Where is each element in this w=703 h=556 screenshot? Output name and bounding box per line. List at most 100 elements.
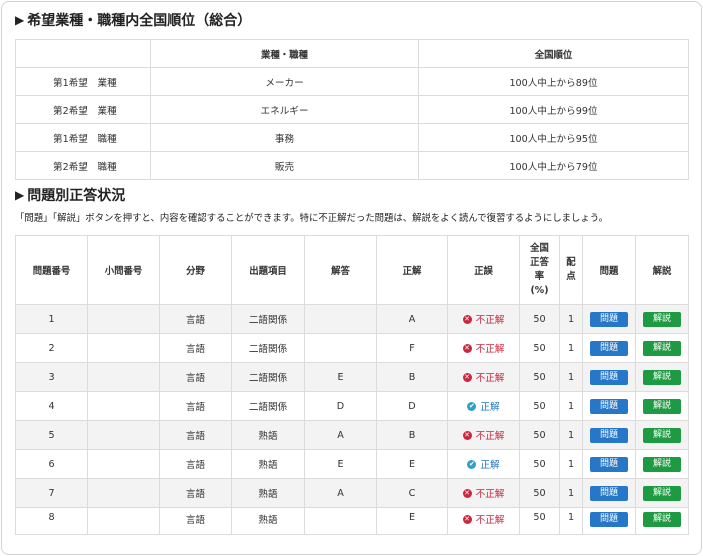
- item-cell: 二語関係: [231, 333, 305, 363]
- table-row: 7 言語 熟語 A C ✕ 不正解 50 1 問題 解説: [15, 478, 689, 508]
- header-sub-no: 小問番号: [87, 235, 160, 305]
- points-cell: 1: [559, 304, 583, 334]
- answer-cell: [304, 507, 377, 535]
- ranking-label: 第1希望 業種: [15, 67, 151, 96]
- item-cell: 熟語: [231, 420, 305, 450]
- problem-button[interactable]: 問題: [590, 427, 628, 443]
- header-rate-line: 正答: [530, 257, 549, 268]
- ranking-header-rank: 全国順位: [418, 39, 689, 68]
- ranking-field: エネルギー: [150, 95, 419, 124]
- rate-cell: 50: [519, 304, 560, 334]
- judge-text: 不正解: [475, 515, 505, 526]
- explain-button[interactable]: 解説: [643, 311, 681, 327]
- judge-mark: ✔ 正解: [467, 457, 500, 471]
- points-cell: 1: [559, 333, 583, 363]
- ranking-header-row: 業種・職種 全国順位: [15, 39, 689, 68]
- section-title-text: 問題別正答状況: [27, 188, 126, 204]
- sub-no: [87, 362, 160, 392]
- problem-cell: 問題: [582, 507, 636, 535]
- judge-text: 不正解: [475, 315, 505, 326]
- explain-cell: 解説: [635, 478, 689, 508]
- field-cell: 言語: [159, 333, 232, 363]
- item-cell: 熟語: [231, 507, 305, 535]
- play-triangle-icon: ▶: [15, 13, 25, 27]
- question-no: 2: [15, 333, 88, 363]
- judge-mark: ✕ 不正解: [462, 341, 505, 355]
- correct-cell: E: [376, 449, 448, 479]
- explain-button[interactable]: 解説: [643, 427, 681, 443]
- ranking-table: 業種・職種 全国順位 第1希望 業種 メーカー 100人中上から89位 第2希望…: [15, 39, 689, 180]
- header-field: 分野: [159, 235, 232, 305]
- rate-cell: 50: [519, 449, 560, 479]
- ranking-field: メーカー: [150, 67, 419, 96]
- x-circle-icon: ✕: [462, 372, 472, 382]
- results-panel: ▶ 希望業種・職種内全国順位（総合） 業種・職種 全国順位 第1希望 業種 メー…: [1, 1, 702, 555]
- check-circle-icon: ✔: [467, 401, 477, 411]
- section-title-results: ▶ 問題別正答状況: [15, 185, 125, 205]
- judge-text: 不正解: [475, 373, 505, 384]
- ranking-field: 販売: [150, 151, 419, 180]
- judge-text: 正解: [480, 460, 500, 471]
- problem-button[interactable]: 問題: [590, 456, 628, 472]
- explain-cell: 解説: [635, 507, 689, 535]
- correct-cell: B: [376, 362, 448, 392]
- correct-cell: F: [376, 333, 448, 363]
- table-row: 6 言語 熟語 E E ✔ 正解 50 1 問題 解説: [15, 449, 689, 479]
- field-cell: 言語: [159, 304, 232, 334]
- problem-button[interactable]: 問題: [590, 311, 628, 327]
- explain-cell: 解説: [635, 449, 689, 479]
- explain-cell: 解説: [635, 304, 689, 334]
- field-cell: 言語: [159, 449, 232, 479]
- rate-cell: 50: [519, 391, 560, 421]
- points-cell: 1: [559, 362, 583, 392]
- rate-cell: 50: [519, 333, 560, 363]
- problem-cell: 問題: [582, 391, 636, 421]
- ranking-row: 第1希望 業種 メーカー 100人中上から89位: [15, 67, 689, 96]
- judge-mark: ✕ 不正解: [462, 312, 505, 326]
- answer-cell: A: [304, 478, 377, 508]
- problem-button[interactable]: 問題: [590, 369, 628, 385]
- header-correct: 正解: [376, 235, 448, 305]
- section-title-text: 希望業種・職種内全国順位（総合）: [27, 13, 252, 29]
- problem-button[interactable]: 問題: [590, 398, 628, 414]
- answer-cell: A: [304, 420, 377, 450]
- x-circle-icon: ✕: [462, 488, 472, 498]
- explain-button[interactable]: 解説: [643, 485, 681, 501]
- answer-cell: D: [304, 391, 377, 421]
- problem-cell: 問題: [582, 304, 636, 334]
- question-no: 5: [15, 420, 88, 450]
- header-explain: 解説: [635, 235, 689, 305]
- points-cell: 1: [559, 507, 583, 535]
- explain-button[interactable]: 解説: [643, 512, 681, 527]
- header-rate-line: (%): [530, 285, 549, 296]
- bottom-fade: [2, 536, 701, 554]
- points-cell: 1: [559, 420, 583, 450]
- judge-text: 不正解: [475, 344, 505, 355]
- explain-button[interactable]: 解説: [643, 456, 681, 472]
- sub-no: [87, 333, 160, 363]
- judge-cell: ✔ 正解: [447, 391, 520, 421]
- check-circle-icon: ✔: [467, 459, 477, 469]
- judge-mark: ✕ 不正解: [462, 486, 504, 500]
- judge-cell: ✕ 不正解: [447, 304, 520, 334]
- correct-cell: A: [376, 304, 448, 334]
- sub-no: [87, 420, 160, 450]
- ranking-header-field: 業種・職種: [150, 39, 419, 68]
- explain-button[interactable]: 解説: [643, 369, 681, 385]
- explain-button[interactable]: 解説: [643, 398, 681, 414]
- rate-cell: 50: [519, 507, 560, 535]
- x-circle-icon: ✕: [462, 343, 472, 353]
- table-row: 4 言語 二語関係 D D ✔ 正解 50 1 問題 解説: [15, 391, 689, 421]
- rate-cell: 50: [519, 362, 560, 392]
- item-cell: 熟語: [231, 478, 305, 508]
- ranking-rank: 100人中上から99位: [418, 95, 689, 124]
- answer-cell: [304, 333, 377, 363]
- problem-button[interactable]: 問題: [590, 485, 628, 501]
- x-circle-icon: ✕: [462, 514, 472, 524]
- ranking-field: 事務: [150, 123, 419, 152]
- explain-button[interactable]: 解説: [643, 340, 681, 356]
- problem-button[interactable]: 問題: [590, 512, 628, 527]
- problem-button[interactable]: 問題: [590, 340, 628, 356]
- question-no: 6: [15, 449, 88, 479]
- points-cell: 1: [559, 391, 583, 421]
